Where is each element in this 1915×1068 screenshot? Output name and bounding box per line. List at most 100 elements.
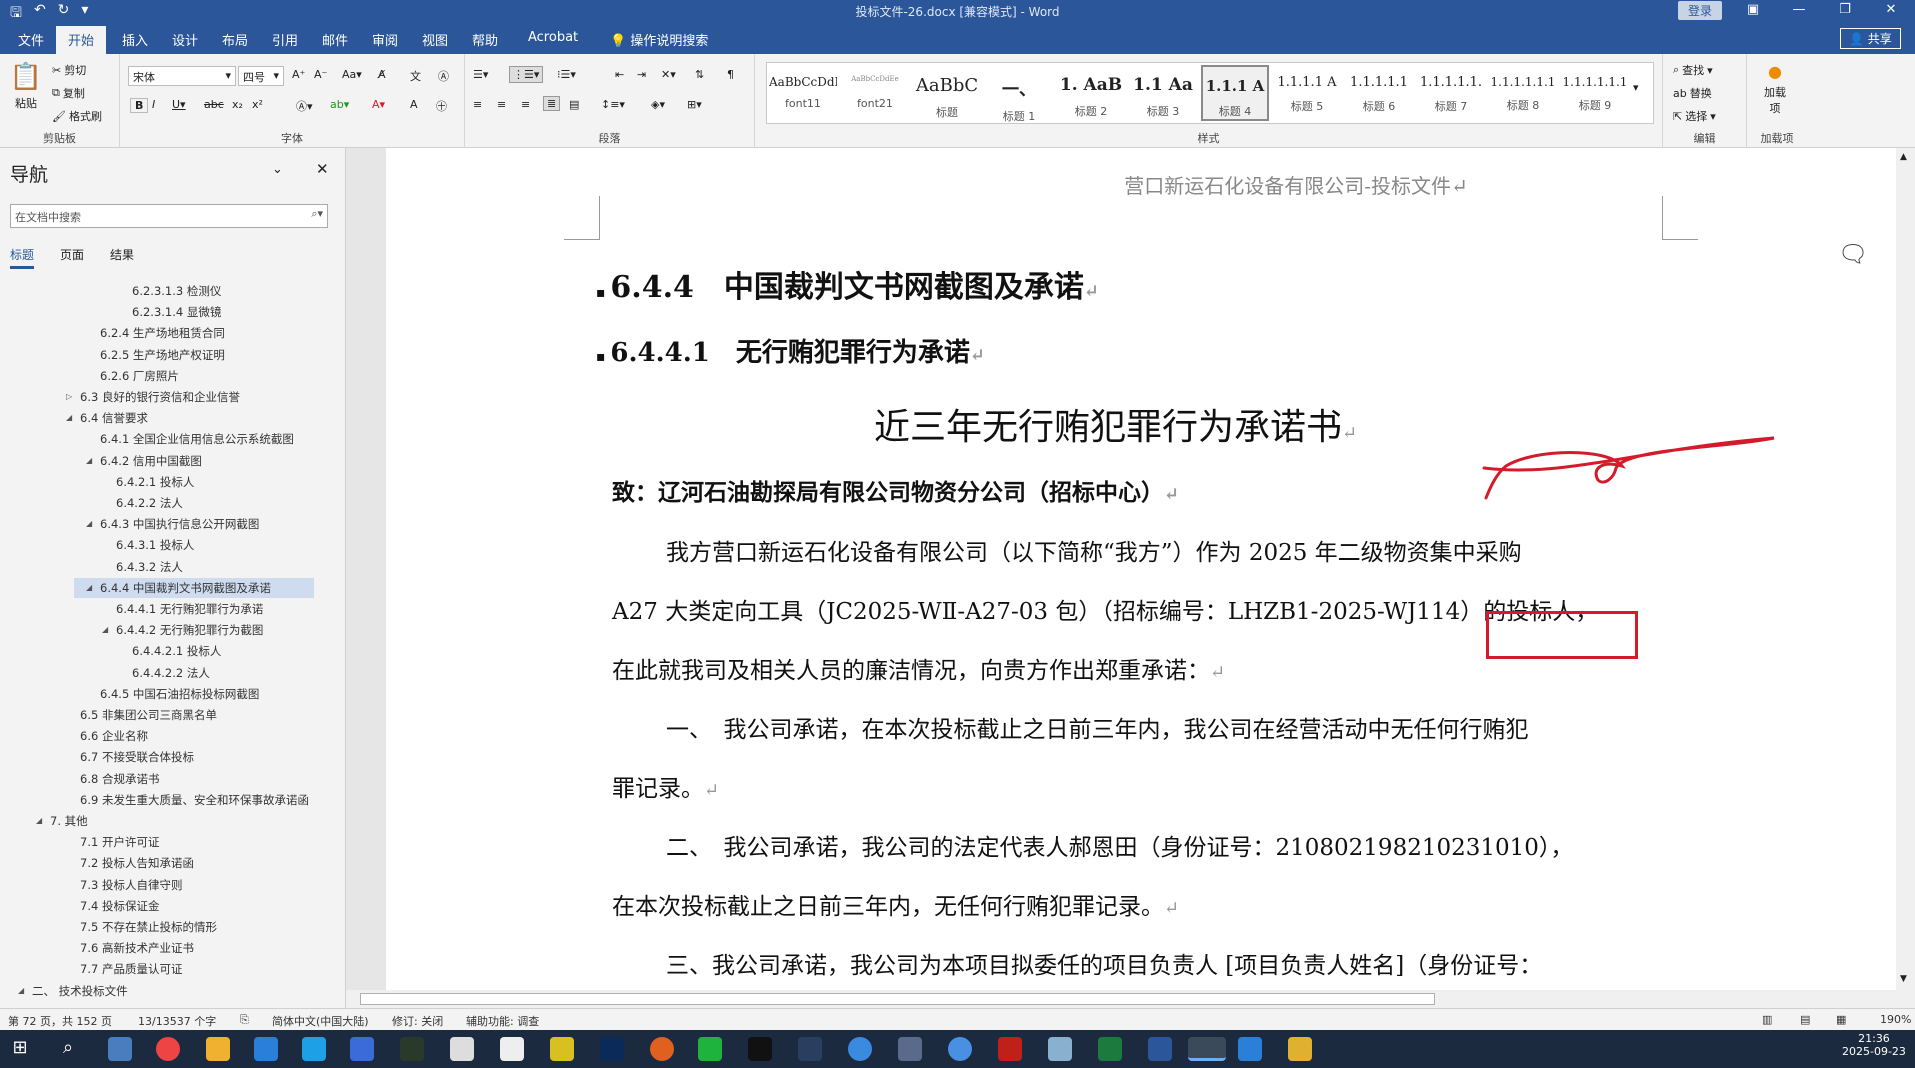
style-title[interactable]: AaBbC 标题 (913, 65, 981, 121)
justify-icon[interactable]: ≣ (543, 96, 561, 111)
nav-heading-item[interactable]: 6.2.6 厂房照片 (100, 366, 179, 386)
grow-font-icon[interactable]: A⁺ (292, 68, 305, 81)
enclose-char-icon[interactable]: ㊉ (436, 98, 447, 114)
style-heading-3[interactable]: 1.1 Aa 标题 3 (1129, 65, 1197, 121)
tab-insert[interactable]: 插入 (112, 28, 158, 51)
tab-view[interactable]: 视图 (412, 28, 458, 51)
proofing-icon[interactable]: ⎘ (240, 1013, 249, 1027)
char-shading-icon[interactable]: A (410, 98, 418, 111)
nav-heading-item[interactable]: 7.3 投标人自律守则 (80, 875, 182, 895)
system-clock[interactable]: 21:36 2025-09-23 (1842, 1032, 1906, 1058)
nav-heading-item[interactable]: 6.4.4.1 无行贿犯罪行为承诺 (116, 599, 263, 619)
app-icon[interactable] (400, 1037, 424, 1061)
tab-references[interactable]: 引用 (262, 28, 308, 51)
sort-icon[interactable]: ⇅ (695, 68, 704, 81)
ribbon-display-icon[interactable]: ▣ (1730, 0, 1776, 20)
nav-heading-item[interactable]: 6.2.3.1.4 显微镜 (132, 302, 221, 322)
style-font21[interactable]: AaBbCcDdEe font21 (841, 65, 909, 121)
word-count[interactable]: 13/13537 个字 (138, 1013, 216, 1029)
clear-format-icon[interactable]: A̸ (378, 68, 386, 81)
copy-button[interactable]: ⧉ 复制 (52, 85, 85, 101)
increase-indent-icon[interactable]: ⇥ (637, 68, 646, 81)
app-icon[interactable] (1048, 1037, 1072, 1061)
windows-start-icon[interactable]: ⊞ (8, 1037, 32, 1061)
tab-review[interactable]: 审阅 (362, 28, 408, 51)
borders-icon[interactable]: ⊞▾ (687, 98, 702, 111)
highlight-icon[interactable]: ab▾ (330, 98, 349, 111)
nav-heading-item[interactable]: 6.2.4 生产场地租赁合同 (100, 323, 225, 343)
app-icon[interactable] (254, 1037, 278, 1061)
maximize-button[interactable]: ❐ (1822, 0, 1868, 20)
document-page[interactable]: 营口新运石化设备有限公司-投标文件↵ 🗨 ▪ 6.4.4 中国裁判文书网截图及承… (386, 148, 1896, 990)
calculator-icon[interactable] (108, 1037, 132, 1061)
collapse-icon[interactable]: ◢ (66, 408, 72, 428)
tab-mailings[interactable]: 邮件 (312, 28, 358, 51)
nav-heading-item[interactable]: 6.4.2.2 法人 (116, 493, 183, 513)
nav-heading-item[interactable]: 6.6 企业名称 (80, 726, 148, 746)
font-color-icon[interactable]: A▾ (372, 98, 385, 111)
app-icon[interactable] (550, 1037, 574, 1061)
share-button[interactable]: 👤 共享 (1840, 28, 1901, 49)
browser-icon[interactable] (156, 1037, 180, 1061)
folder-icon[interactable] (1288, 1037, 1312, 1061)
nav-heading-item[interactable]: ◢ 6.4.4 中国裁判文书网截图及承诺 (74, 577, 314, 598)
app-icon[interactable] (650, 1037, 674, 1061)
style-heading-2[interactable]: 1. AaB 标题 2 (1057, 65, 1125, 121)
chinese-layout-icon[interactable]: ✕▾ (661, 68, 676, 81)
language-status[interactable]: 简体中文(中国大陆) (272, 1013, 369, 1029)
multilevel-list-icon[interactable]: ⁝☰▾ (557, 68, 576, 81)
nav-heading-item[interactable]: 6.2.3.1.3 检测仪 (132, 281, 221, 301)
expand-icon[interactable]: ▷ (66, 387, 72, 407)
nav-heading-item[interactable]: 6.4.3.1 投标人 (116, 535, 194, 555)
scroll-down-icon[interactable]: ▼ (1900, 974, 1907, 984)
font-size-select[interactable]: 四号 ▾ (238, 66, 284, 86)
close-icon[interactable]: ✕ (316, 160, 329, 178)
acrobat-icon[interactable] (998, 1037, 1022, 1061)
nav-heading-item[interactable]: 7.2 投标人告知承诺函 (80, 853, 194, 873)
new-comment-icon[interactable]: 🗨 (1838, 240, 1868, 268)
close-button[interactable]: ✕ (1868, 0, 1914, 20)
tab-layout[interactable]: 布局 (212, 28, 258, 51)
read-mode-icon[interactable]: ▥ (1762, 1013, 1772, 1026)
collapse-icon[interactable]: ◢ (86, 514, 92, 534)
select-button[interactable]: ⇱ 选择 ▾ (1673, 108, 1716, 124)
shading-icon[interactable]: ◈▾ (651, 98, 665, 111)
app-icon[interactable] (1238, 1037, 1262, 1061)
qq-icon[interactable] (748, 1037, 772, 1061)
nav-heading-item[interactable]: 6.7 不接受联合体投标 (80, 747, 194, 767)
style-heading-8[interactable]: 1.1.1.1.1.1 标题 8 (1489, 65, 1557, 121)
tell-me-search[interactable]: 💡 操作说明搜索 (600, 28, 718, 51)
collapse-icon[interactable]: ◢ (86, 578, 92, 598)
tab-home[interactable]: 开始 (56, 26, 107, 54)
strikethrough-button[interactable]: abc (204, 98, 224, 111)
login-button[interactable]: 登录 (1678, 1, 1723, 20)
print-layout-icon[interactable]: ▤ (1800, 1013, 1810, 1026)
horizontal-scroll-thumb[interactable] (360, 993, 1435, 1005)
nav-heading-item[interactable]: 6.4.3.2 法人 (116, 557, 183, 577)
format-painter-button[interactable]: 🖌 格式刷 (52, 108, 102, 124)
subscript-button[interactable]: x₂ (232, 98, 243, 111)
tab-headings[interactable]: 标题 (10, 246, 35, 269)
nav-heading-item[interactable]: 7.7 产品质量认可证 (80, 959, 182, 979)
file-icon[interactable] (450, 1037, 474, 1061)
photos-icon[interactable] (206, 1037, 230, 1061)
style-heading-9[interactable]: 1.1.1.1.1.1 标题 9 (1561, 65, 1629, 121)
tab-file[interactable]: 文件 (8, 28, 54, 51)
nav-heading-item[interactable]: 6.9 未发生重大质量、安全和环保事故承诺函 (80, 790, 309, 810)
align-left-icon[interactable]: ≡ (473, 98, 482, 111)
photoshop-icon[interactable] (600, 1037, 624, 1061)
excel-icon[interactable] (1098, 1037, 1122, 1061)
style-heading-5[interactable]: 1.1.1.1 A 标题 5 (1273, 65, 1341, 121)
app-icon[interactable] (798, 1037, 822, 1061)
accessibility-status[interactable]: 辅助功能: 调查 (466, 1013, 539, 1029)
distributed-icon[interactable]: ▤ (569, 98, 579, 111)
phonetic-guide-icon[interactable]: 文 (410, 68, 421, 84)
style-heading-6[interactable]: 1.1.1.1.1 标题 6 (1345, 65, 1413, 121)
nav-heading-item[interactable]: 7.4 投标保证金 (80, 896, 159, 916)
text-effects-icon[interactable]: Ⓐ▾ (296, 98, 313, 114)
nav-heading-item[interactable]: 7.1 开户许可证 (80, 832, 159, 852)
vertical-scrollbar[interactable]: ▲ ▼ (1896, 148, 1915, 990)
style-heading-7[interactable]: 1.1.1.1.1. 标题 7 (1417, 65, 1485, 121)
nav-heading-item[interactable]: 6.4.5 中国石油招标投标网截图 (100, 684, 259, 704)
collapse-icon[interactable]: ◢ (18, 981, 24, 1001)
